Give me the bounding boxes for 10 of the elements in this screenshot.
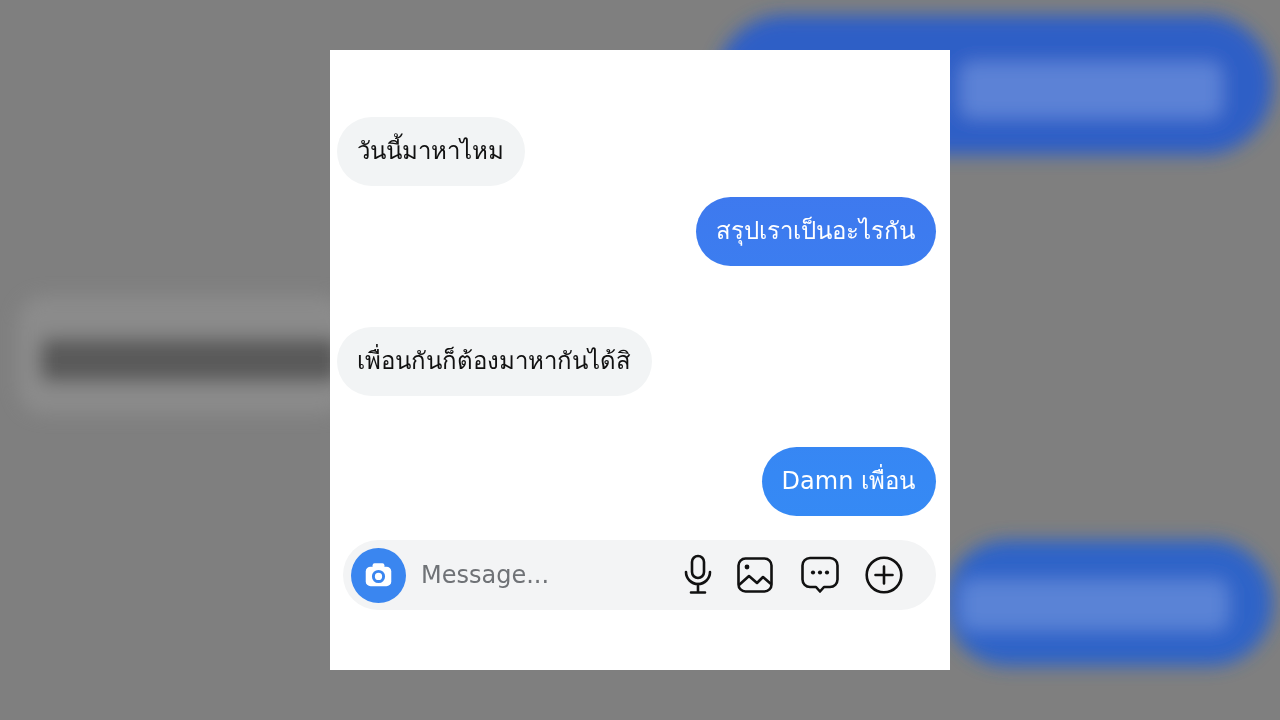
- add-icon[interactable]: [865, 556, 903, 594]
- received-message: วันนี้มาหาไหม: [337, 117, 525, 186]
- received-message: เพื่อนกันก็ต้องมาหากันได้สิ: [337, 327, 652, 396]
- sent-message: สรุปเราเป็นอะไรกัน: [696, 197, 936, 266]
- sent-message: Damn เพื่อน: [761, 447, 936, 516]
- image-icon[interactable]: [737, 557, 773, 593]
- chat-bubble-icon[interactable]: [801, 556, 839, 594]
- message-field[interactable]: Message...: [421, 557, 683, 593]
- camera-icon[interactable]: [351, 547, 406, 603]
- microphone-icon[interactable]: [683, 554, 713, 596]
